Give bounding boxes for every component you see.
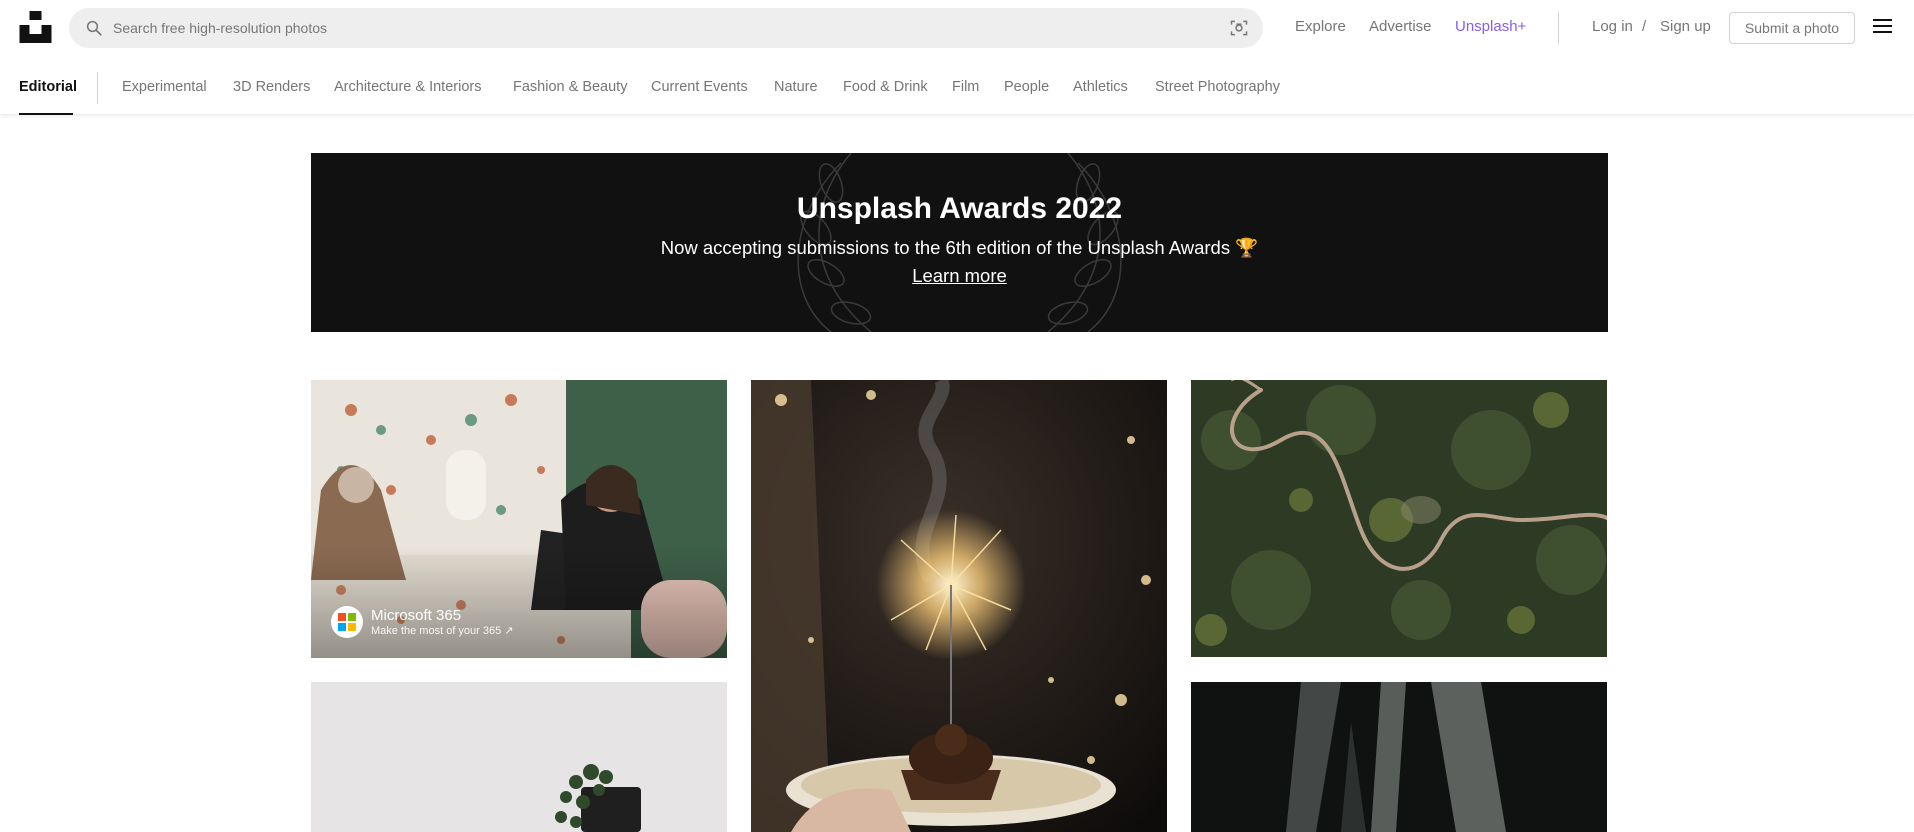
topic-architecture-interiors[interactable]: Architecture & Interiors [334,79,481,95]
photo-dark-abstract[interactable] [1191,682,1607,832]
visual-search-icon[interactable] [1229,18,1249,38]
topic-experimental[interactable]: Experimental [122,79,207,95]
search-input[interactable] [113,8,1213,48]
photo-plant[interactable] [311,682,727,832]
banner-title: Unsplash Awards 2022 [796,192,1123,225]
search-icon[interactable] [85,19,103,37]
sponsor-badge[interactable]: Microsoft 365 Make the most of your 365 … [331,606,514,638]
topic-athletics[interactable]: Athletics [1073,79,1128,95]
topic-divider [97,72,98,104]
search-bar[interactable] [69,8,1263,48]
photo-aerial-forest[interactable] [1191,380,1607,657]
topic-food-drink[interactable]: Food & Drink [843,79,928,95]
banner-subtitle: Now accepting submissions to the 6th edi… [660,237,1259,258]
nav-advertise-link[interactable]: Advertise [1369,18,1432,35]
nav-explore-link[interactable]: Explore [1295,18,1346,35]
topic-3d-renders[interactable]: 3D Renders [233,79,310,95]
topic-film[interactable]: Film [952,79,979,95]
submit-photo-button[interactable]: Submit a photo [1729,12,1855,44]
topic-people[interactable]: People [1004,79,1049,95]
auth-separator: / [1642,18,1647,35]
signup-link[interactable]: Sign up [1660,18,1711,35]
top-header: Explore Advertise Unsplash+ Log in / Sig… [0,0,1914,56]
login-link[interactable]: Log in [1592,18,1633,35]
sparkler-photo-image [751,380,1167,832]
awards-banner: Unsplash Awards 2022 Now accepting submi… [311,153,1608,332]
unsplash-logo-icon[interactable] [19,11,52,43]
sponsor-tagline[interactable]: Make the most of your 365 ↗ [371,624,514,637]
learn-more-link[interactable]: Learn more [311,265,1608,287]
topic-nature[interactable]: Nature [774,79,818,95]
active-topic-indicator [19,113,73,115]
topic-nav: Editorial Experimental 3D Renders Archit… [0,62,1914,115]
topic-street-photography[interactable]: Street Photography [1155,79,1280,95]
aerial-photo-image [1191,380,1607,657]
photo-sparkler-cupcake[interactable] [751,380,1167,832]
hamburger-menu-icon[interactable] [1873,19,1892,35]
topic-current-events[interactable]: Current Events [651,79,748,95]
dark-abstract-photo-image [1191,682,1607,832]
topic-editorial[interactable]: Editorial [19,79,77,95]
plant-photo-image [311,682,727,832]
sponsor-name: Microsoft 365 [371,607,462,624]
topic-fashion-beauty[interactable]: Fashion & Beauty [513,79,627,95]
photo-sponsored-office[interactable]: Microsoft 365 Make the most of your 365 … [311,380,727,658]
nav-unsplash-plus-link[interactable]: Unsplash+ [1455,18,1526,35]
microsoft-logo-icon [331,606,363,638]
header-divider [1558,12,1559,44]
